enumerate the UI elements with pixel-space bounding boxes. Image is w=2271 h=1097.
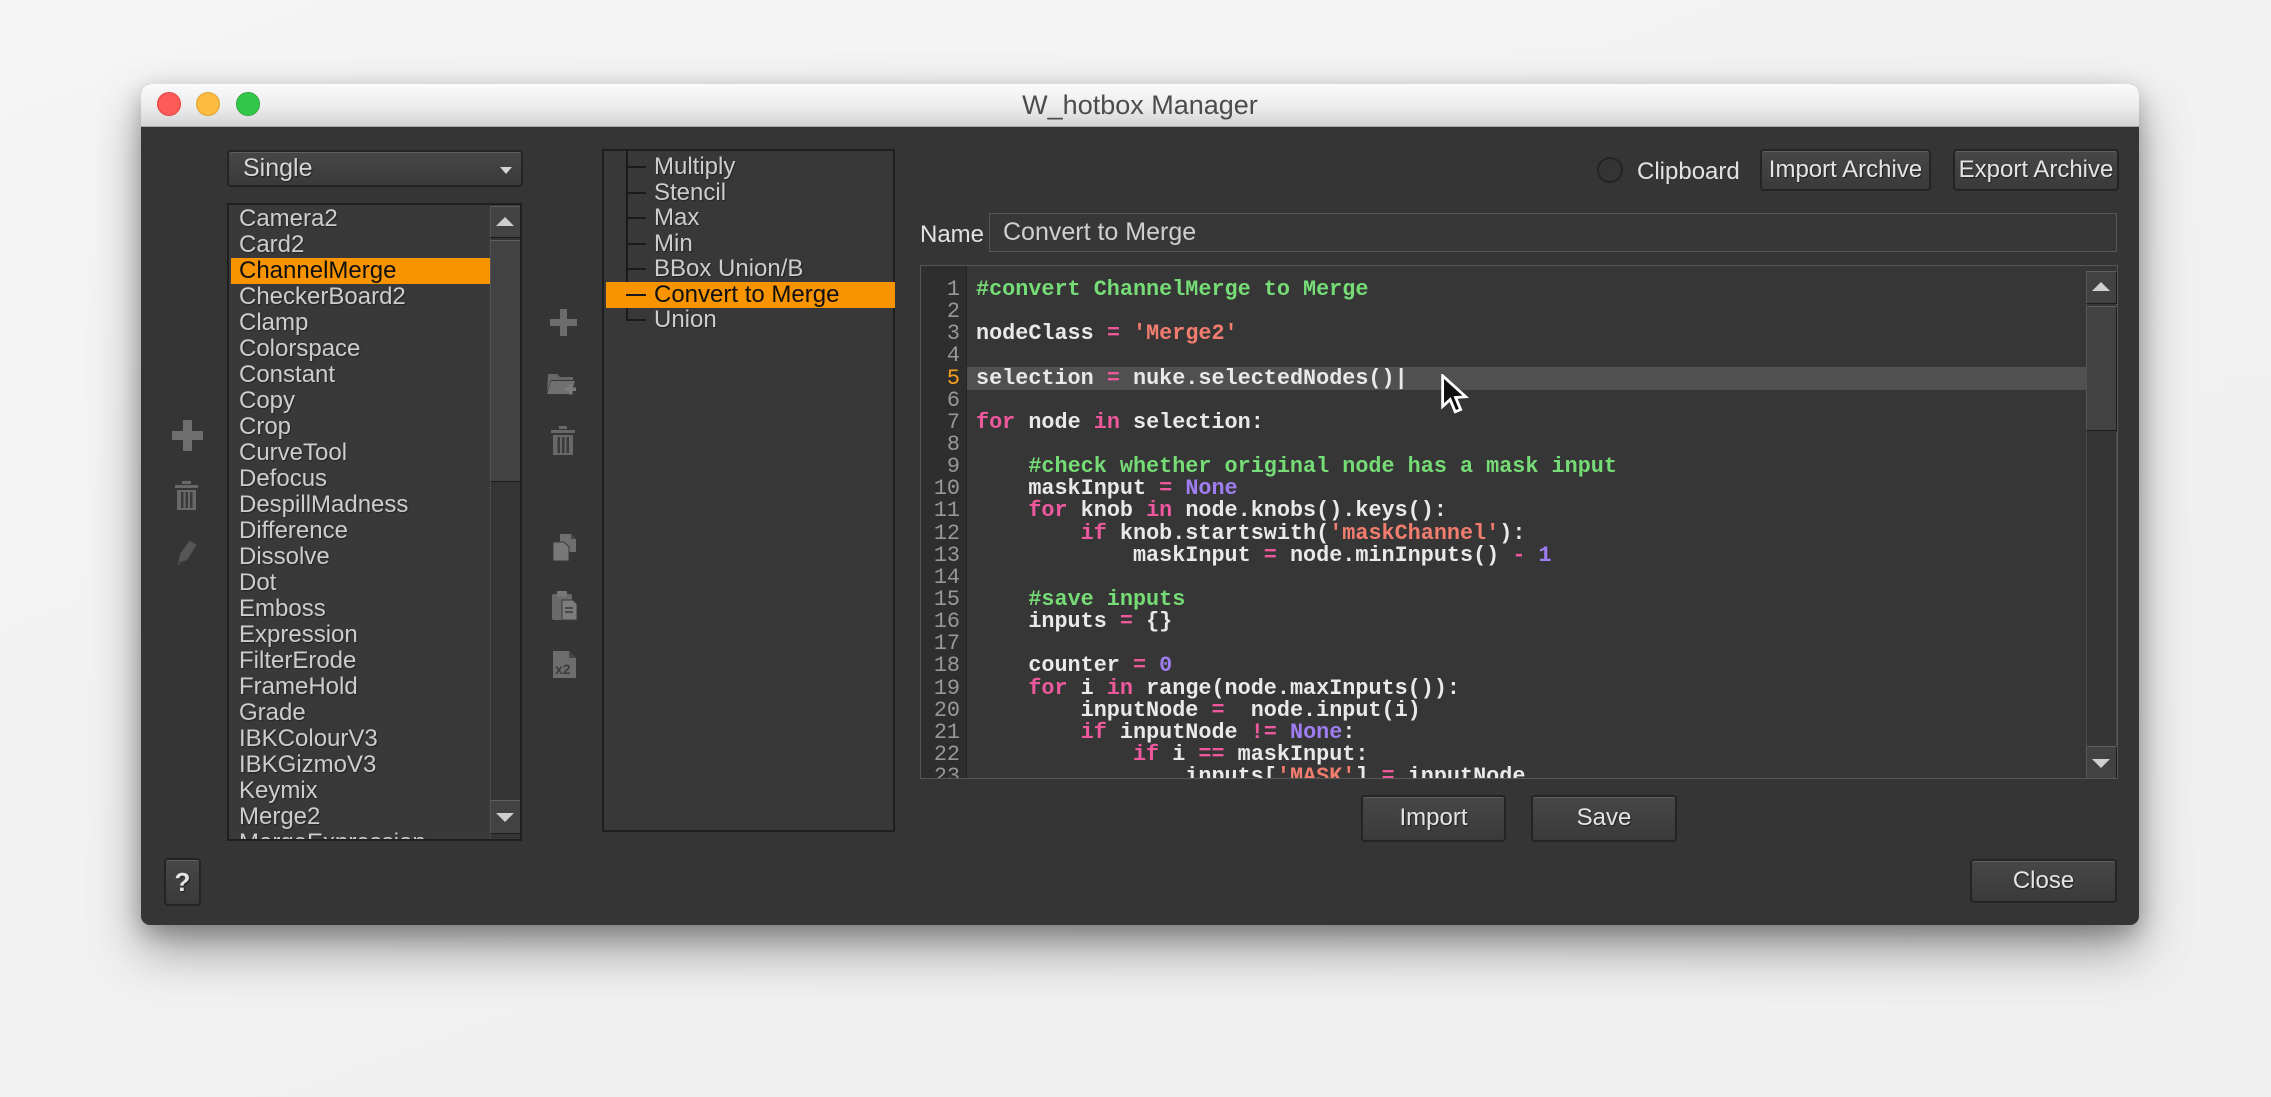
svg-text:x2: x2 bbox=[555, 661, 571, 677]
